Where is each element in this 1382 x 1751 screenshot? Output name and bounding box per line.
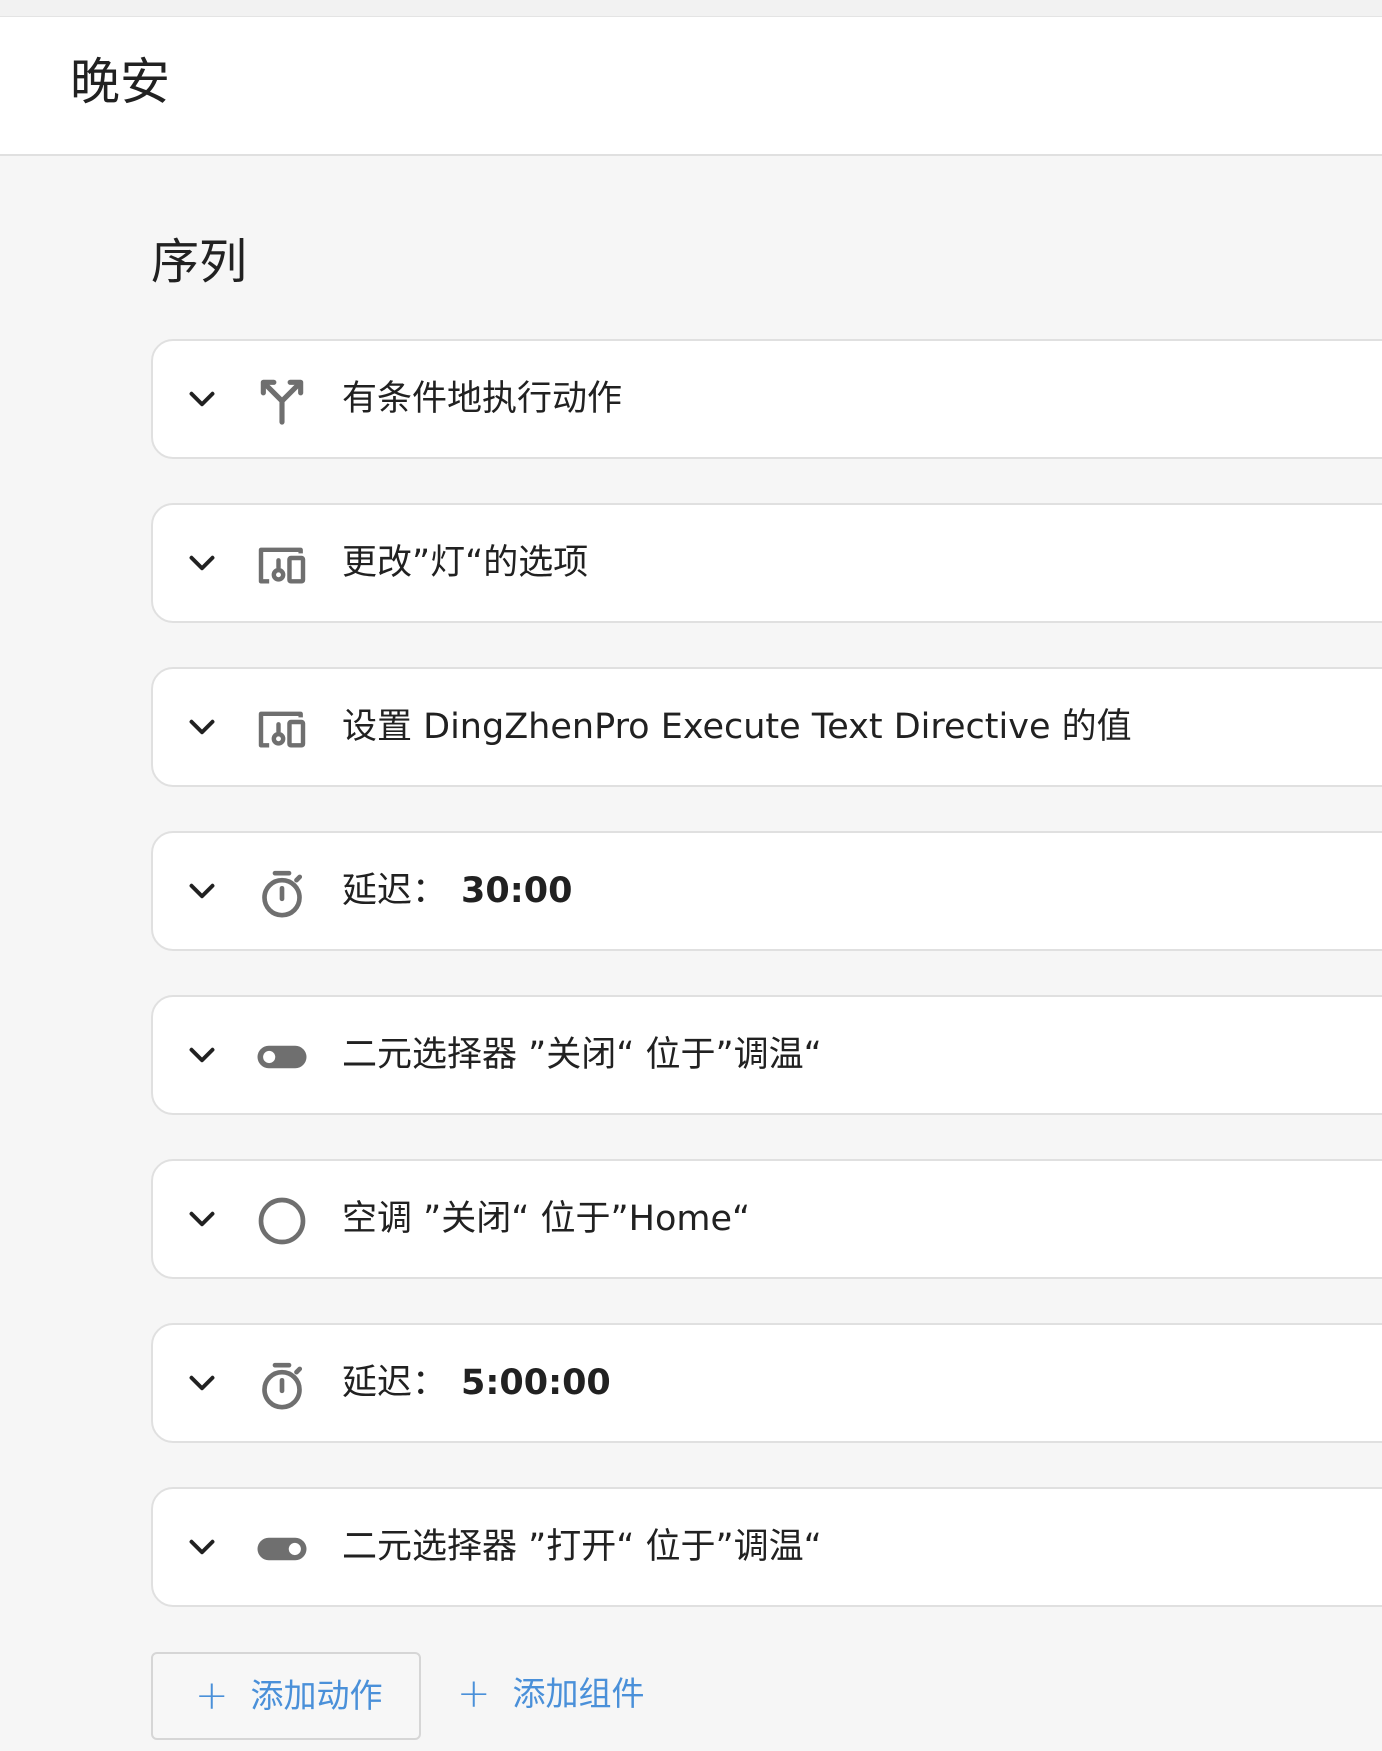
toggle-on-icon bbox=[257, 1537, 307, 1561]
devices-icon bbox=[258, 711, 306, 748]
action-label: 延迟： 5:00:00 bbox=[342, 1363, 611, 1403]
section-title: 序列 bbox=[151, 234, 248, 290]
devices-icon bbox=[258, 547, 306, 584]
fork-icon bbox=[260, 379, 304, 425]
add-block-button[interactable]: + 添加组件 bbox=[457, 1652, 645, 1740]
action-label: 有条件地执行动作 bbox=[342, 379, 623, 419]
chevron-down-icon[interactable] bbox=[184, 873, 220, 909]
action-row-delay[interactable]: 延迟： 30:00 bbox=[151, 831, 1382, 951]
top-strip bbox=[0, 0, 1382, 17]
add-block-label: 添加组件 bbox=[512, 1674, 645, 1713]
chevron-down-icon[interactable] bbox=[184, 545, 220, 581]
circle-icon bbox=[258, 1197, 306, 1245]
action-label: 空调 ”关闭“ 位于”Home“ bbox=[342, 1199, 751, 1239]
chevron-down-icon[interactable] bbox=[184, 1037, 220, 1073]
delay-value: 5:00:00 bbox=[461, 1363, 611, 1403]
action-label: 更改”灯“的选项 bbox=[342, 543, 589, 583]
chevron-down-icon[interactable] bbox=[184, 381, 220, 417]
action-label: 延迟： 30:00 bbox=[342, 871, 573, 911]
action-label: 二元选择器 ”关闭“ 位于”调温“ bbox=[342, 1035, 822, 1075]
action-row-change-light[interactable]: 更改”灯“的选项 bbox=[151, 503, 1382, 623]
plus-icon: + bbox=[457, 1671, 491, 1717]
page-title: 晚安 bbox=[70, 53, 170, 111]
action-row-binary-off[interactable]: 二元选择器 ”关闭“ 位于”调温“ bbox=[151, 995, 1382, 1115]
action-row-binary-on[interactable]: 二元选择器 ”打开“ 位于”调温“ bbox=[151, 1487, 1382, 1607]
action-row-ac-off[interactable]: 空调 ”关闭“ 位于”Home“ bbox=[151, 1159, 1382, 1279]
chevron-down-icon[interactable] bbox=[184, 1529, 220, 1565]
add-action-button[interactable]: + 添加动作 bbox=[151, 1652, 421, 1740]
chevron-down-icon[interactable] bbox=[184, 709, 220, 745]
action-label: 二元选择器 ”打开“ 位于”调温“ bbox=[342, 1527, 822, 1567]
add-action-label: 添加动作 bbox=[250, 1676, 383, 1715]
plus-icon: + bbox=[195, 1673, 229, 1719]
page-header: 晚安 bbox=[0, 17, 1382, 156]
chevron-down-icon[interactable] bbox=[184, 1365, 220, 1401]
chevron-down-icon[interactable] bbox=[184, 1201, 220, 1237]
action-label: 设置 DingZhenPro Execute Text Directive 的值 bbox=[342, 707, 1132, 747]
action-row-delay-2[interactable]: 延迟： 5:00:00 bbox=[151, 1323, 1382, 1443]
timer-icon bbox=[262, 1362, 303, 1410]
toggle-off-icon bbox=[257, 1045, 307, 1069]
timer-icon bbox=[262, 870, 303, 918]
delay-value: 30:00 bbox=[461, 871, 573, 911]
action-row-set-value[interactable]: 设置 DingZhenPro Execute Text Directive 的值 bbox=[151, 667, 1382, 787]
action-row-conditional[interactable]: 有条件地执行动作 bbox=[151, 339, 1382, 459]
